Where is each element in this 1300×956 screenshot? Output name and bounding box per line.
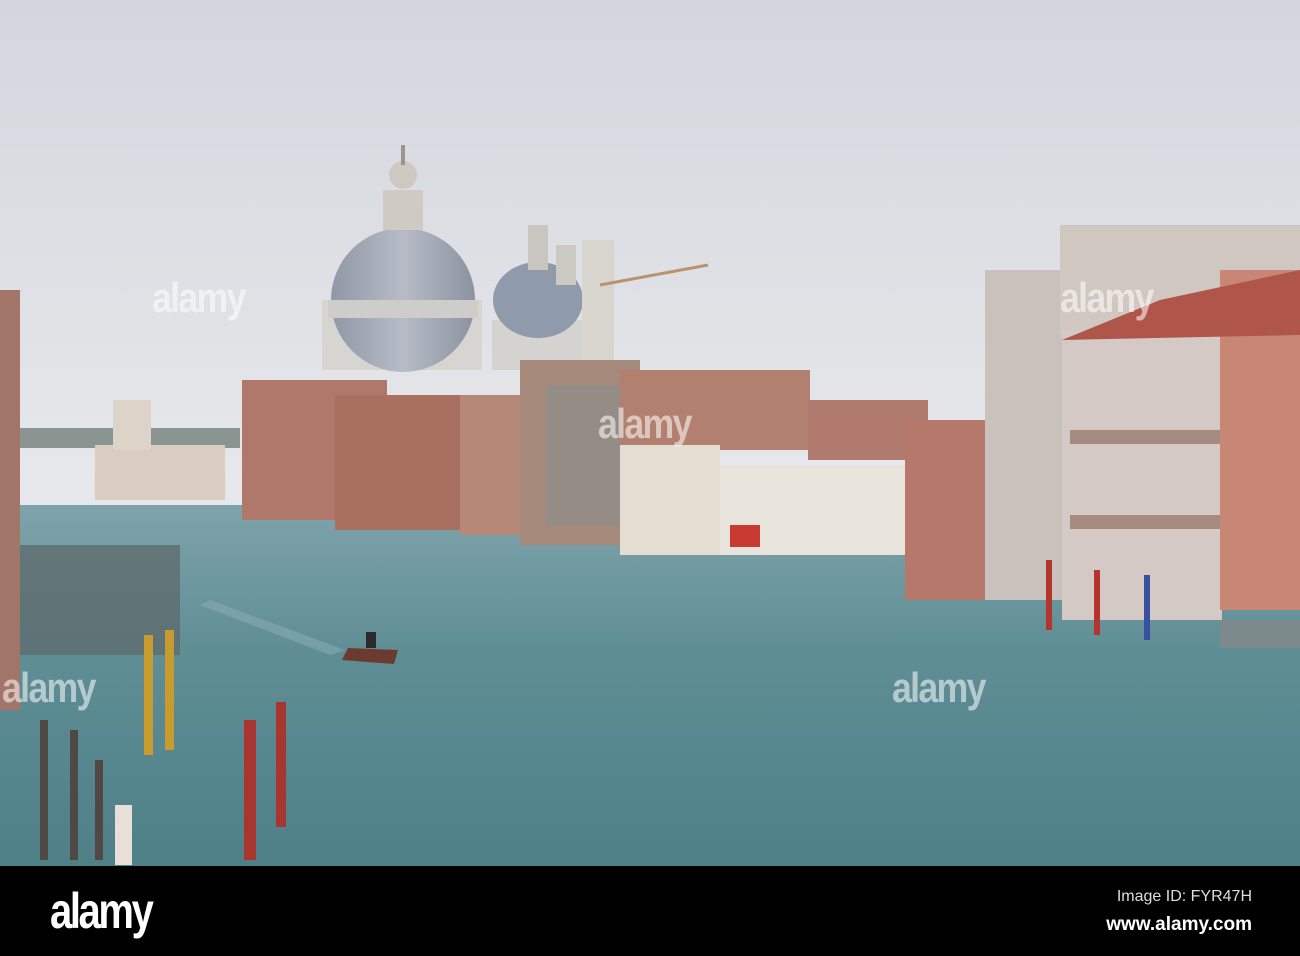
site-url: www.alamy.com bbox=[1106, 914, 1252, 935]
footer-bar: alamy Image ID: FYR47H www.alamy.com bbox=[0, 866, 1300, 956]
customs-house bbox=[95, 445, 225, 500]
watermark: alamy bbox=[152, 274, 246, 321]
watermark: alamy bbox=[1060, 274, 1154, 321]
alamy-logo: alamy bbox=[50, 883, 154, 939]
watermark: alamy bbox=[2, 664, 96, 711]
watermark: alamy bbox=[598, 400, 692, 447]
left-building bbox=[0, 290, 20, 710]
image-id: Image ID: FYR47H bbox=[1116, 888, 1252, 905]
left-dock bbox=[20, 545, 180, 655]
watermark: alamy bbox=[892, 664, 986, 711]
photo-frame: alamy alamy alamy alamy alamy alamy Imag… bbox=[0, 0, 1300, 956]
